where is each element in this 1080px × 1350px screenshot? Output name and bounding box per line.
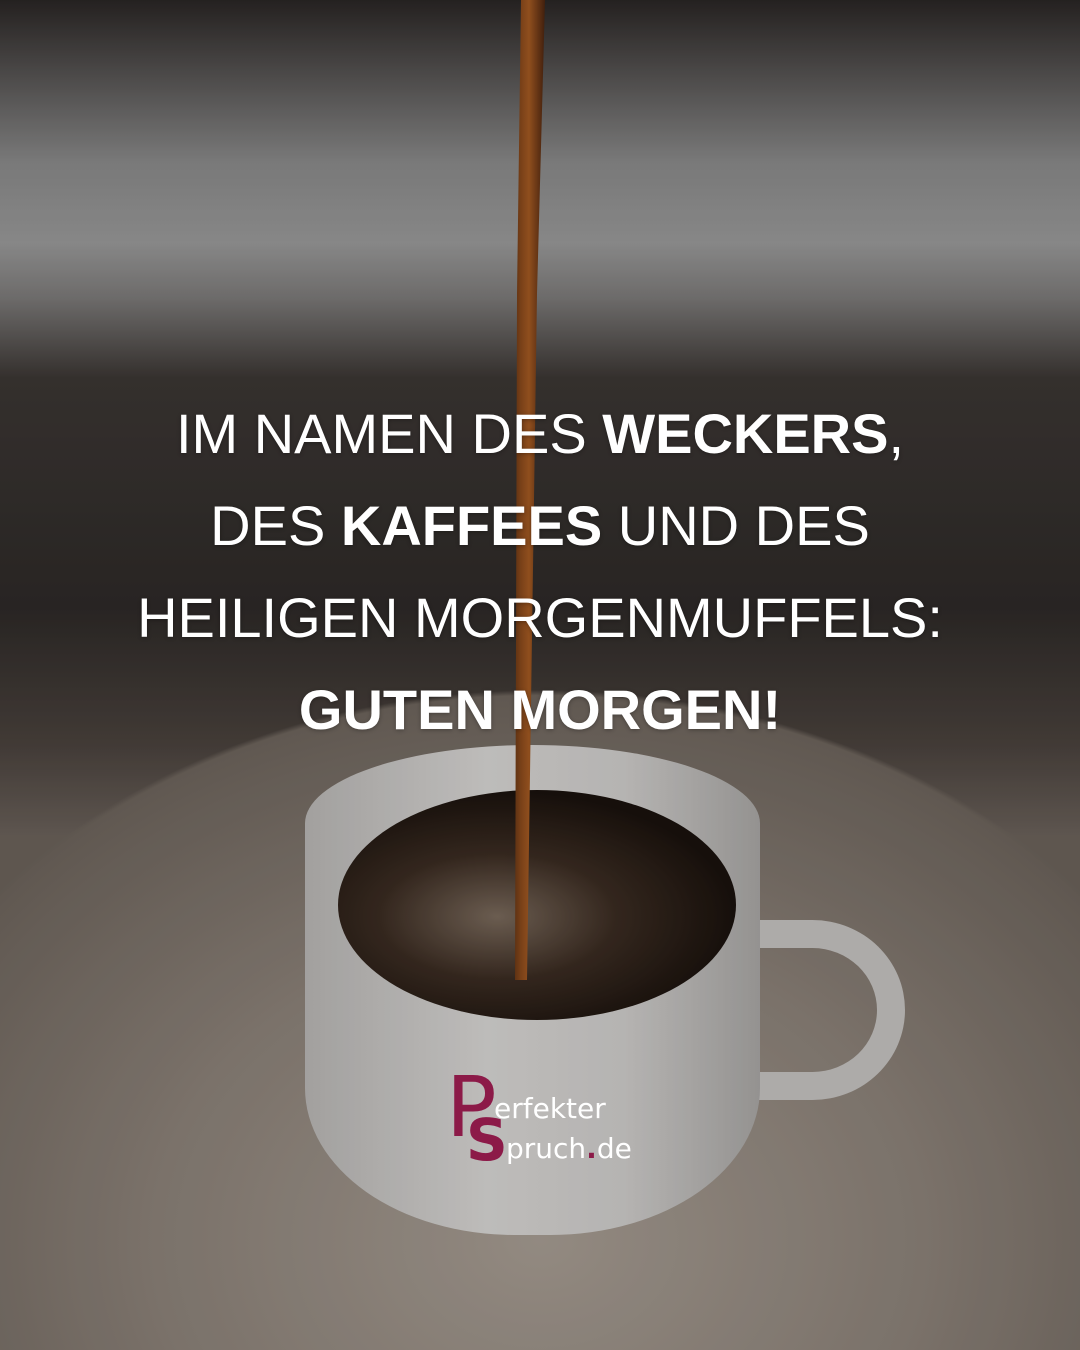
logo-pruch: pruch <box>506 1132 587 1165</box>
quote-segment: UND DES <box>602 494 870 557</box>
quote-emphasis: WECKERS <box>602 402 889 465</box>
quote-emphasis: GUTEN MORGEN! <box>298 678 782 741</box>
logo-text-line1: erfekter <box>494 1092 606 1125</box>
logo-dot: . <box>586 1132 597 1165</box>
quote-text: IM NAMEN DES WECKERS, DES KAFFEES UND DES… <box>40 388 1040 756</box>
quote-segment: DES <box>210 494 341 557</box>
logo-text-line2: pruch.de <box>506 1135 632 1163</box>
quote-segment: , <box>888 402 905 465</box>
quote-segment: IM NAMEN DES <box>175 402 603 465</box>
quote-line: IM NAMEN DES WECKERS, <box>40 388 1040 480</box>
quote-line: DES KAFFEES UND DES <box>40 480 1040 572</box>
quote-emphasis: KAFFEES <box>340 494 603 557</box>
quote-segment: HEILIGEN MORGENMUFFELS: <box>137 586 943 649</box>
logo-tld: de <box>596 1132 632 1165</box>
quote-line: HEILIGEN MORGENMUFFELS: <box>40 572 1040 664</box>
quote-line: GUTEN MORGEN! <box>40 664 1040 756</box>
perfekter-spruch-logo: P S erfekter pruch.de <box>446 1065 636 1173</box>
